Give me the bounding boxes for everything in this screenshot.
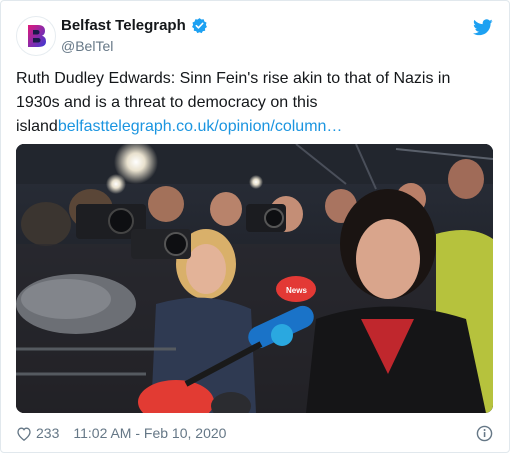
twitter-bird-icon[interactable] <box>473 19 493 36</box>
account-name-row[interactable]: Belfast Telegraph <box>61 17 208 34</box>
tweet-link[interactable]: belfasttelegraph.co.uk/opinion/column… <box>58 118 343 135</box>
heart-icon[interactable] <box>16 426 32 441</box>
like-count[interactable]: 233 <box>36 425 59 441</box>
microphone-label: News <box>286 286 307 295</box>
tweet-footer: 233 11:02 AM - Feb 10, 2020 <box>16 425 226 441</box>
avatar[interactable] <box>16 16 56 56</box>
info-icon[interactable] <box>476 425 493 442</box>
belfast-telegraph-logo-icon <box>28 25 46 47</box>
press-scrum-photo: News <box>16 144 493 413</box>
tweet-timestamp[interactable]: 11:02 AM - Feb 10, 2020 <box>73 425 226 441</box>
verified-badge-icon <box>191 18 207 34</box>
tweet-text: Ruth Dudley Edwards: Sinn Fein's rise ak… <box>16 67 486 139</box>
account-name[interactable]: Belfast Telegraph <box>61 17 186 34</box>
account-handle[interactable]: @BelTel <box>61 38 113 54</box>
tweet-photo[interactable]: News <box>16 144 493 413</box>
tweet-card[interactable]: Belfast Telegraph @BelTel Ruth Dudley Ed… <box>0 0 510 453</box>
